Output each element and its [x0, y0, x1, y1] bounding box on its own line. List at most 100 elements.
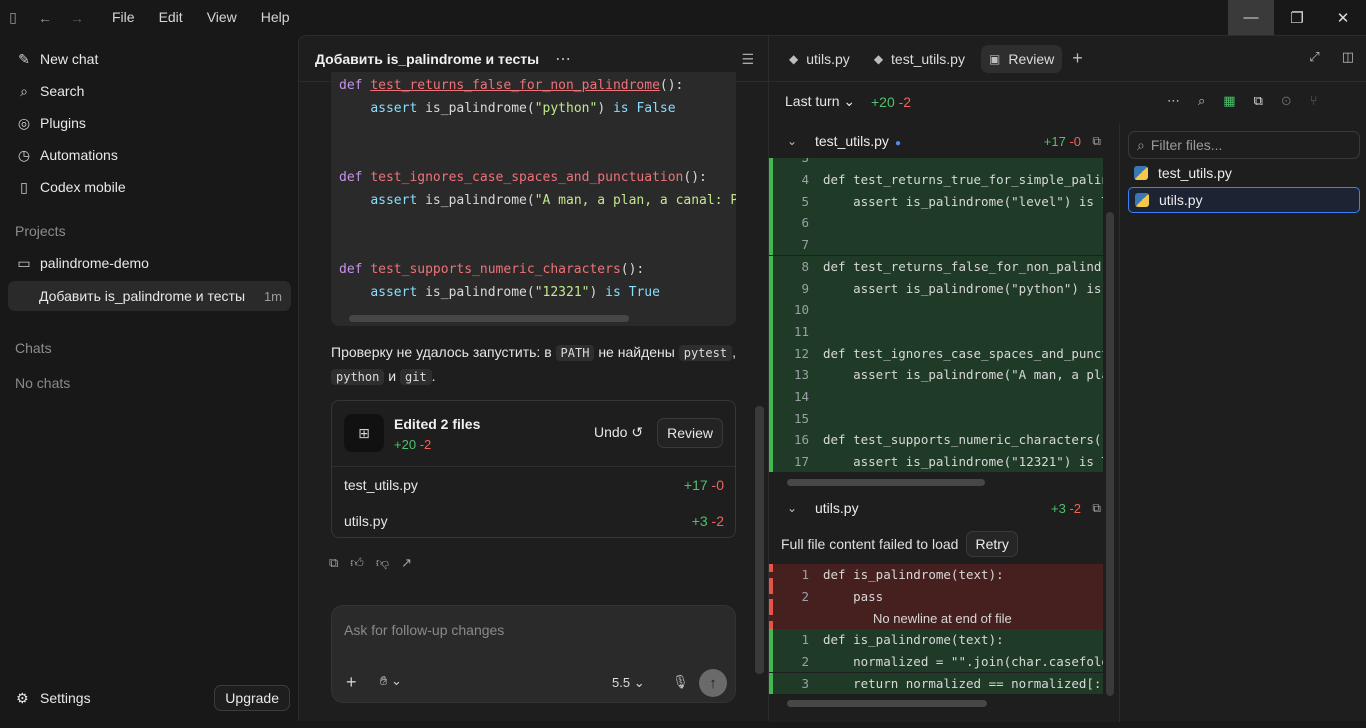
menu-view[interactable]: View	[195, 0, 249, 35]
line-text: assert is_palindrome("level") is True	[823, 193, 1103, 209]
share-icon[interactable]: ↗	[401, 555, 412, 571]
chat-vertical-scrollbar[interactable]	[755, 406, 764, 674]
menu-file[interactable]: File	[100, 0, 147, 35]
tab-review[interactable]: ▣ Review	[980, 44, 1063, 73]
python-icon: ◆	[789, 51, 799, 66]
expand-icon[interactable]: ⤢	[1309, 49, 1319, 65]
filter-files-field[interactable]: ⌕	[1128, 131, 1360, 159]
sidebar-thread-active[interactable]: Добавить is_palindrome и тесты 1m	[8, 281, 291, 311]
diff-horizontal-scrollbar[interactable]	[787, 700, 987, 707]
modified-dot-icon: ●	[894, 138, 901, 149]
edited-file-row[interactable]: test_utils.py +17 -0	[344, 477, 724, 493]
diff-line: 3	[769, 158, 1103, 169]
toggle-sidebar-icon[interactable]: ▯	[0, 0, 26, 35]
diff-line: 6	[769, 212, 1103, 234]
window-controls: — ❐ ✕	[1228, 0, 1366, 35]
filter-files-input[interactable]	[1150, 137, 1351, 153]
search-icon: ⌕	[1137, 136, 1145, 153]
code-chip: PATH	[555, 345, 595, 361]
file-list-item-selected[interactable]: utils.py	[1128, 187, 1360, 213]
code-chip: git	[399, 369, 432, 385]
line-number: 17	[793, 454, 809, 470]
code-line: assert is_palindrome("12321") is True	[370, 285, 660, 300]
model-selector[interactable]: 5.5 ⌄	[612, 675, 645, 691]
diff-horizontal-scrollbar[interactable]	[787, 479, 985, 486]
chevron-down-icon[interactable]: ⌄	[787, 501, 797, 515]
gear-icon: ⚙	[16, 689, 29, 706]
diff-line: 8 def test_returns_false_for_non_palindro…	[769, 255, 1103, 278]
diff-line: 15	[769, 407, 1103, 430]
minimize-button[interactable]: —	[1228, 0, 1274, 35]
split-panel-icon[interactable]: ◫	[1342, 49, 1354, 65]
diff-vertical-scrollbar[interactable]	[1106, 212, 1114, 696]
chevron-down-icon[interactable]: ⌄	[787, 134, 797, 148]
code-line: assert is_palindrome("A man, a plan, a c…	[370, 193, 736, 208]
edited-counts: +20 -2	[394, 437, 432, 452]
code-chip: pytest	[678, 345, 733, 361]
open-external-icon[interactable]: ⧉	[1092, 134, 1101, 149]
back-arrow-icon[interactable]: ←	[32, 0, 58, 35]
folder-icon: ▭	[17, 254, 31, 271]
last-turn-dropdown[interactable]: Last turn ⌄	[785, 93, 855, 110]
thumbs-up-icon[interactable]: 👍︎	[350, 555, 364, 571]
follow-up-input[interactable]	[344, 622, 724, 638]
send-button[interactable]: ↑	[699, 669, 727, 697]
tab-test-utils-py[interactable]: ◆ test_utils.py	[866, 45, 973, 73]
line-text: def test_returns_true_for_simple_palindr…	[823, 172, 1103, 188]
menu-help[interactable]: Help	[249, 0, 302, 35]
list-icon[interactable]: ☰	[741, 51, 754, 68]
upgrade-button[interactable]: Upgrade	[214, 685, 290, 711]
diff-file-header[interactable]: ⌄ test_utils.py ● +17 -0 ⧉	[769, 124, 1105, 158]
sidebar-item-new-chat[interactable]: ✎ New chat	[8, 44, 291, 74]
copy-icon[interactable]: ⧉	[329, 555, 338, 571]
diff-line: 5 assert is_palindrome("level") is True	[769, 190, 1103, 213]
line-number: 12	[793, 345, 809, 361]
sidebar-item-codex-mobile[interactable]: ▯ Codex mobile	[8, 172, 291, 202]
more-options-icon[interactable]: ⋯	[1167, 93, 1180, 109]
more-options-icon[interactable]: ⋯	[555, 49, 571, 69]
undo-button[interactable]: Undo ↺	[594, 424, 643, 441]
branch-icon[interactable]: ⑂	[1310, 93, 1318, 109]
diff-file-icon: ⊞	[344, 414, 384, 452]
plus-icon[interactable]: +	[346, 672, 357, 693]
diff-view-icon[interactable]: ▦	[1223, 93, 1235, 109]
diff-line: 16 def test_supports_numeric_characters()…	[769, 429, 1103, 451]
add-tab-icon[interactable]: +	[1072, 48, 1083, 69]
sidebar-item-plugins[interactable]: ◎ Plugins	[8, 108, 291, 138]
hand-icon[interactable]: ✋︎ ⌄	[380, 673, 402, 689]
thumbs-down-icon[interactable]: 👎︎	[376, 555, 389, 571]
file-list-item[interactable]: test_utils.py	[1128, 160, 1360, 186]
line-text: def test_returns_false_for_non_palindrom…	[823, 258, 1103, 274]
line-text: pass	[823, 589, 884, 605]
restore-button[interactable]: ❐	[1274, 0, 1320, 35]
turn-counts: +20 -2	[871, 94, 912, 110]
diff-line: 7	[769, 233, 1103, 256]
code-horizontal-scrollbar[interactable]	[349, 315, 629, 322]
thread-title: Добавить is_palindrome и тесты	[39, 288, 246, 304]
diff-file-header[interactable]: ⌄ utils.py +3 -2 ⧉	[769, 491, 1105, 525]
review-icon: ▣	[988, 51, 1001, 66]
file-search-icon[interactable]: ⌕	[1198, 93, 1205, 109]
diff-file-counts: +17 -0	[1043, 133, 1081, 149]
menu-edit[interactable]: Edit	[147, 0, 195, 35]
line-number: 9	[801, 280, 809, 296]
sidebar-project-palindrome-demo[interactable]: ▭ palindrome-demo	[8, 248, 291, 278]
review-button[interactable]: Review	[657, 418, 723, 448]
retry-button[interactable]: Retry	[966, 531, 1018, 557]
open-external-icon[interactable]: ⧉	[1092, 501, 1101, 516]
sidebar-item-search[interactable]: ⌕ Search	[8, 76, 291, 106]
line-text: assert is_palindrome("python") is False	[853, 280, 1102, 296]
sidebar-item-label: Automations	[40, 147, 118, 163]
forward-arrow-icon[interactable]: →	[64, 0, 90, 35]
edited-file-row[interactable]: utils.py +3 -2	[344, 513, 724, 529]
edited-files-card: ⊞ Edited 2 files +20 -2 Undo ↺ Review te…	[331, 400, 736, 538]
copy-icon[interactable]: ⧉	[1254, 93, 1263, 109]
tab-utils-py[interactable]: ◆ utils.py	[781, 45, 858, 73]
sidebar-item-automations[interactable]: ◷ Automations	[8, 140, 291, 170]
commit-icon[interactable]: ⊙	[1281, 93, 1292, 109]
line-number: 6	[801, 215, 809, 231]
close-window-button[interactable]: ✕	[1320, 0, 1366, 35]
diff-line: 2 pass	[769, 585, 1103, 608]
code-chip: python	[331, 369, 385, 385]
microphone-icon[interactable]: 🎙︎	[672, 674, 689, 690]
